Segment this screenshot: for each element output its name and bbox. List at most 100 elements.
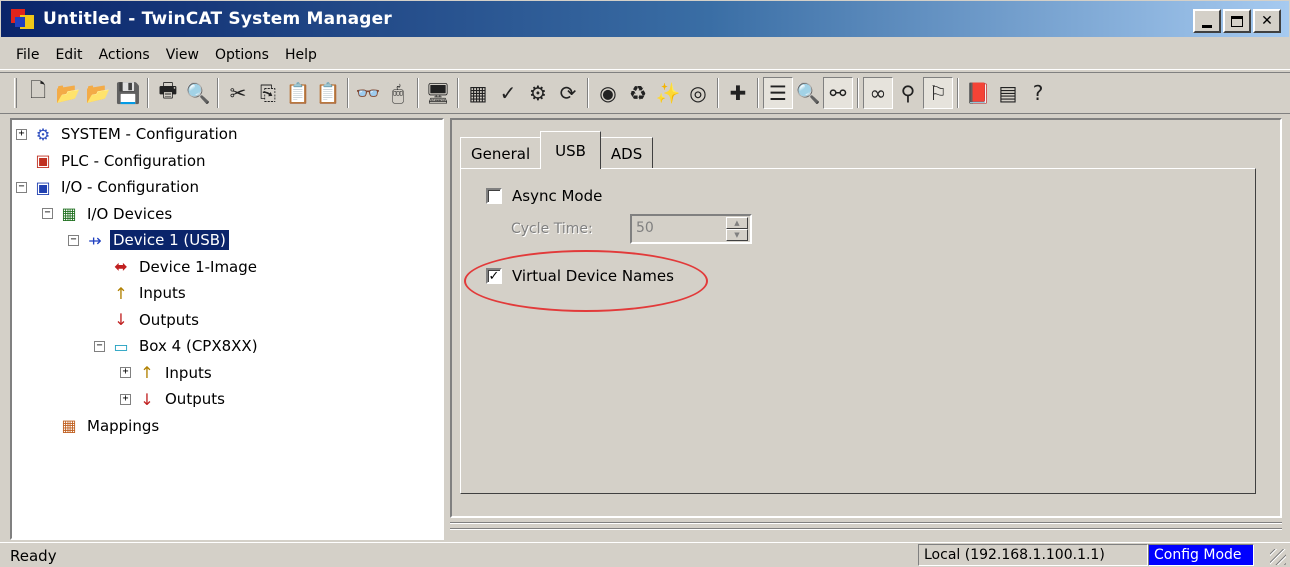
tab-ads[interactable]: ADS (599, 137, 654, 169)
tab-usb[interactable]: USB (540, 131, 601, 169)
expand-icon[interactable]: + (120, 367, 131, 378)
scan-devices-button[interactable]: ✨ (653, 77, 683, 109)
async-mode-option[interactable]: Async Mode (486, 187, 602, 205)
tree-item[interactable]: ▦ Mappings (42, 414, 162, 438)
toolbar-separator (417, 78, 419, 108)
restart-config-mode-button[interactable]: ⟳ (553, 77, 583, 109)
io-info-button[interactable]: ⚐ (923, 77, 953, 109)
mouse-button[interactable]: 🖱 (383, 77, 413, 109)
generate-mappings-button[interactable]: ▦ (463, 77, 493, 109)
tree-item[interactable]: ▣ PLC - Configuration (16, 149, 209, 173)
show-sub-items-button[interactable]: ☰ (763, 77, 793, 109)
expand-icon[interactable]: + (120, 393, 131, 405)
new-button[interactable]: 🗋 (23, 77, 53, 109)
collapse-icon[interactable]: − (16, 181, 27, 193)
help-button[interactable]: ? (1023, 77, 1053, 109)
menu-actions[interactable]: Actions (93, 45, 156, 65)
tree-item[interactable]: + ↑ Inputs (120, 361, 215, 385)
find-button[interactable]: 👓 (353, 77, 383, 109)
menu-help[interactable]: Help (279, 45, 323, 65)
toolbar-separator (347, 78, 349, 108)
device-image-icon: ⬌ (114, 257, 128, 276)
minimize-button[interactable] (1193, 9, 1221, 33)
tree-item-label: Box 4 (CPX8XX) (139, 337, 258, 355)
book-button[interactable]: 📕 (963, 77, 993, 109)
set-run-mode-button[interactable]: ◉ (593, 77, 623, 109)
title-bar[interactable]: Untitled - TwinCAT System Manager ✕ (0, 0, 1290, 38)
plc-config-icon: ▣ (35, 151, 51, 170)
open-button[interactable]: 📂 (53, 77, 83, 109)
toolbar-separator (217, 78, 219, 108)
print-button[interactable]: 🖶 (153, 77, 183, 109)
collapse-icon[interactable]: − (42, 208, 53, 219)
status-text: Ready (10, 547, 57, 565)
config-mode-panel[interactable]: Config Mode (1148, 544, 1254, 566)
cut-button[interactable]: ✂ (223, 77, 253, 109)
online-view-icon: ∞ (869, 81, 887, 105)
tree-item[interactable]: ⬌ Device 1-Image (94, 255, 260, 279)
tree-item-label: Outputs (165, 390, 225, 408)
append-device-button[interactable]: ✚ (723, 77, 753, 109)
menu-edit[interactable]: Edit (49, 45, 88, 65)
tree-item-label: I/O Devices (87, 204, 173, 223)
close-button[interactable]: ✕ (1253, 9, 1281, 33)
menu-options[interactable]: Options (209, 45, 275, 65)
calculator-button[interactable]: ▤ (993, 77, 1023, 109)
spin-up-button: ▲ (726, 217, 748, 229)
zoom-icon: 🔍 (795, 81, 821, 105)
tree-item-label: Inputs (139, 284, 186, 302)
menu-view[interactable]: View (160, 45, 205, 65)
copy-button[interactable]: ⎘ (253, 77, 283, 109)
config-mode-text: Config Mode (1154, 547, 1242, 563)
spin-down-button: ▼ (726, 229, 748, 241)
tree-item[interactable]: − ▣ I/O - Configuration (16, 175, 202, 199)
twincat-app-icon[interactable] (11, 7, 35, 31)
cycle-time-label: Cycle Time: (511, 221, 593, 237)
activate-configuration-button[interactable]: ⚙ (523, 77, 553, 109)
toggle-free-run-button[interactable]: ◎ (683, 77, 713, 109)
tab-general[interactable]: General (460, 137, 542, 169)
tree-item[interactable]: − ⇸ Device 1 (USB) (68, 228, 230, 252)
tree-item[interactable]: ↓ Outputs (94, 308, 202, 332)
print-preview-button[interactable]: 🔍 (183, 77, 213, 109)
open-icon: 📂 (55, 81, 81, 105)
reload-devices-button[interactable]: ♻ (623, 77, 653, 109)
io-devices-icon: ▦ (61, 204, 77, 223)
cycle-time-input: 50 ▲ ▼ (630, 214, 752, 244)
show-online-data-button[interactable]: ⚯ (823, 77, 853, 109)
tree-item[interactable]: + ⚙ SYSTEM - Configuration (16, 122, 240, 146)
tab-strip: General USB ADS (460, 131, 654, 169)
zoom-button[interactable]: 🔍 (793, 77, 823, 109)
system-config-icon: ⚙ (35, 124, 51, 144)
tree-item[interactable]: − ▭ Box 4 (CPX8XX) (94, 334, 261, 358)
expand-icon[interactable]: + (16, 128, 27, 140)
toolbar-separator (717, 78, 719, 108)
paste-with-links-button[interactable]: 📋 (313, 77, 343, 109)
resize-grip-icon[interactable] (1270, 549, 1286, 565)
toolbar-grip[interactable] (14, 78, 17, 108)
collapse-icon[interactable]: − (68, 234, 79, 246)
collapse-icon[interactable]: − (94, 340, 105, 352)
highlight-ellipse (464, 250, 708, 312)
book-icon: 📕 (965, 81, 991, 105)
monitor-button[interactable]: 🖥 (423, 77, 453, 109)
configuration-tree[interactable]: + ⚙ SYSTEM - Configuration ▣ PLC - Configura… (10, 118, 444, 540)
check-configuration-button[interactable]: ✓ (493, 77, 523, 109)
calculator-icon: ▤ (998, 81, 1018, 105)
save-button[interactable]: 💾 (113, 77, 143, 109)
connect-button[interactable]: ⚲ (893, 77, 923, 109)
connect-icon: ⚲ (900, 81, 916, 105)
tree-item[interactable]: + ↓ Outputs (120, 387, 228, 411)
tree-item-label: Device 1 (USB) (109, 229, 230, 251)
menu-file[interactable]: File (10, 45, 45, 65)
async-mode-checkbox[interactable] (486, 188, 502, 204)
target-system-panel[interactable]: Local (192.168.1.100.1.1) (918, 544, 1148, 566)
tree-item[interactable]: − ▦ I/O Devices (42, 202, 175, 226)
open-from-target-button[interactable]: 📂 (83, 77, 113, 109)
tree-item[interactable]: ↑ Inputs (94, 281, 189, 305)
paste-button[interactable]: 📋 (283, 77, 313, 109)
maximize-button[interactable] (1223, 9, 1251, 33)
online-view-button[interactable]: ∞ (863, 77, 893, 109)
target-system-text: Local (192.168.1.100.1.1) (924, 547, 1105, 563)
save-icon: 💾 (115, 81, 141, 105)
